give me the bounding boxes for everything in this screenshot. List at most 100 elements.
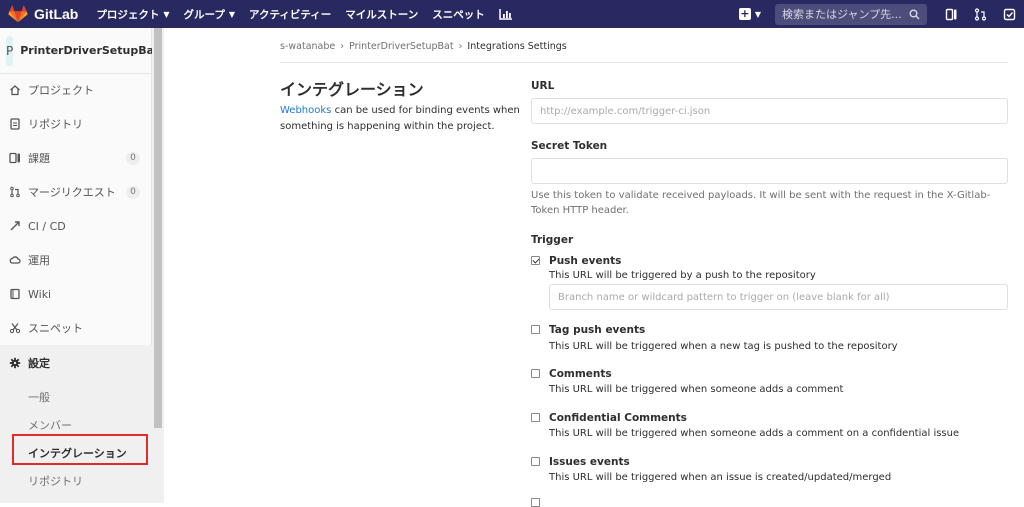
page-description: Webhooks can be used for binding events …	[280, 103, 520, 135]
push-events-desc: This URL will be triggered by a push to …	[549, 270, 816, 281]
comments-checkbox[interactable]	[531, 369, 540, 378]
push-events-title: Push events	[549, 255, 622, 267]
tag-push-events-checkbox[interactable]	[531, 325, 540, 334]
sidebar-item-label: CI / CD	[28, 219, 66, 233]
plus-icon: +	[738, 7, 751, 20]
doc-icon	[10, 118, 20, 130]
cloud-icon	[9, 256, 21, 264]
project-sidebar: P PrinterDriverSetupBat プロジェクト リポジトリ 課題 …	[0, 28, 159, 503]
chevron-right-icon: ›	[458, 41, 463, 52]
breadcrumb-project[interactable]: PrinterDriverSetupBat	[349, 41, 454, 52]
breadcrumb: s-watanabe › PrinterDriverSetupBat › Int…	[280, 41, 567, 52]
secret-token-label: Secret Token	[531, 140, 608, 152]
sidebar-item-label: プロジェクト	[28, 84, 94, 97]
gitlab-fox-icon	[8, 5, 28, 23]
url-placeholder: http://example.com/trigger-ci.json	[540, 105, 711, 117]
sidebar-item-label: 課題	[28, 152, 50, 165]
sidebar-item-settings[interactable]: 設定	[0, 345, 152, 381]
issues-events-desc: This URL will be triggered when an issue…	[549, 472, 892, 483]
chevron-down-icon: ▼	[754, 9, 761, 19]
branch-filter-placeholder: Branch name or wildcard pattern to trigg…	[558, 291, 890, 303]
breadcrumb-user[interactable]: s-watanabe	[280, 41, 335, 52]
merge-requests-count-badge: 0	[126, 185, 140, 199]
sidebar-item-operations[interactable]: 運用	[0, 243, 152, 277]
settings-general[interactable]: 一般	[28, 389, 50, 405]
divider	[280, 62, 1008, 63]
chevron-down-icon: ▼	[228, 9, 236, 19]
sidebar-item-label: リポジトリ	[28, 118, 83, 131]
gitlab-logo[interactable]: GitLab	[8, 5, 78, 23]
logo-text: GitLab	[34, 6, 79, 22]
sidebar-item-label: スニペット	[28, 322, 83, 335]
comments-desc: This URL will be triggered when someone …	[549, 384, 844, 395]
confidential-comments-desc: This URL will be triggered when someone …	[549, 428, 960, 439]
sidebar-item-label: マージリクエスト	[28, 186, 116, 199]
breadcrumb-current[interactable]: Integrations Settings	[467, 41, 566, 52]
nav-milestones[interactable]: マイルストーン	[345, 7, 418, 22]
nav-snippets[interactable]: スニペット	[432, 7, 485, 22]
nav-activity-label: アクティビティー	[249, 8, 332, 21]
nav-groups[interactable]: グループ ▼	[184, 7, 236, 22]
sidebar-item-wiki[interactable]: Wiki	[0, 277, 152, 311]
sidebar-item-label: 運用	[28, 254, 50, 267]
url-label: URL	[531, 80, 555, 92]
nav-projects[interactable]: プロジェクト ▼	[96, 7, 169, 22]
confidential-comments-checkbox[interactable]	[531, 413, 540, 422]
project-avatar: P	[6, 35, 14, 66]
scrollbar-thumb[interactable]	[154, 28, 162, 428]
tag-push-events-desc: This URL will be triggered when a new ta…	[549, 341, 898, 352]
nav-milestones-label: マイルストーン	[345, 8, 419, 21]
issues-events-title: Issues events	[549, 456, 630, 468]
push-events-checkbox[interactable]	[531, 256, 540, 265]
search-placeholder: 検索またはジャンプ先...	[782, 8, 902, 21]
secret-token-input[interactable]	[531, 158, 1008, 184]
project-header[interactable]: P PrinterDriverSetupBat	[0, 28, 159, 74]
chart-icon	[498, 9, 512, 20]
highlight-box	[12, 434, 148, 465]
webhooks-link[interactable]: Webhooks	[280, 105, 331, 116]
todo-icon[interactable]	[1003, 8, 1016, 21]
settings-members[interactable]: メンバー	[28, 417, 72, 433]
topbar-tools: + ▼ 検索またはジャンプ先...	[738, 0, 1024, 28]
url-input[interactable]: http://example.com/trigger-ci.json	[531, 98, 1008, 124]
home-icon	[10, 85, 20, 96]
page-title: インテグレーション	[280, 80, 424, 99]
sidebar-item-project[interactable]: プロジェクト	[0, 73, 152, 107]
secret-token-help: Use this token to validate received payl…	[531, 190, 991, 216]
merge-request-icon	[10, 186, 20, 198]
sidebar-item-label: 設定	[28, 357, 50, 370]
chevron-down-icon: ▼	[163, 9, 170, 19]
nav-activity[interactable]: アクティビティー	[249, 7, 331, 22]
gear-icon	[9, 357, 21, 369]
nav-snippets-label: スニペット	[432, 8, 485, 21]
nav-analytics[interactable]	[498, 8, 513, 20]
chevron-right-icon: ›	[340, 41, 345, 52]
sidebar-item-label: Wiki	[28, 287, 52, 301]
new-dropdown[interactable]: + ▼	[738, 7, 761, 20]
merge-request-icon[interactable]	[974, 7, 987, 21]
nav-groups-label: グループ	[183, 8, 225, 21]
sidebar-item-repository[interactable]: リポジトリ	[0, 107, 152, 141]
sidebar-item-issues[interactable]: 課題 0	[0, 141, 152, 175]
search-input[interactable]: 検索またはジャンプ先...	[775, 3, 927, 25]
settings-repository[interactable]: リポジトリ	[28, 473, 83, 489]
top-navbar: GitLab プロジェクト ▼ グループ ▼ アクティビティー マイルストーン スニ…	[0, 0, 1024, 28]
issues-count-badge: 0	[126, 151, 140, 165]
issues-icon[interactable]	[945, 8, 958, 21]
comments-title: Comments	[549, 368, 612, 380]
sidebar-item-merge-requests[interactable]: マージリクエスト 0	[0, 175, 152, 209]
branch-filter-input[interactable]: Branch name or wildcard pattern to trigg…	[549, 284, 1008, 310]
search-icon	[909, 9, 920, 19]
issues-events-checkbox[interactable]	[531, 457, 540, 466]
sidebar-item-ci-cd[interactable]: CI / CD	[0, 209, 152, 243]
scissors-icon	[9, 323, 21, 334]
project-name: PrinterDriverSetupBat	[20, 44, 160, 57]
main-nav: プロジェクト ▼ グループ ▼ アクティビティー マイルストーン スニペット	[96, 7, 526, 22]
nav-projects-label: プロジェクト	[96, 8, 160, 21]
tag-push-events-title: Tag push events	[549, 324, 646, 336]
book-icon	[10, 288, 20, 300]
trigger-label: Trigger	[531, 234, 574, 246]
rocket-icon	[10, 221, 20, 231]
sidebar-item-snippets[interactable]: スニペット	[0, 311, 152, 345]
sidebar-scrollbar[interactable]	[152, 28, 164, 503]
